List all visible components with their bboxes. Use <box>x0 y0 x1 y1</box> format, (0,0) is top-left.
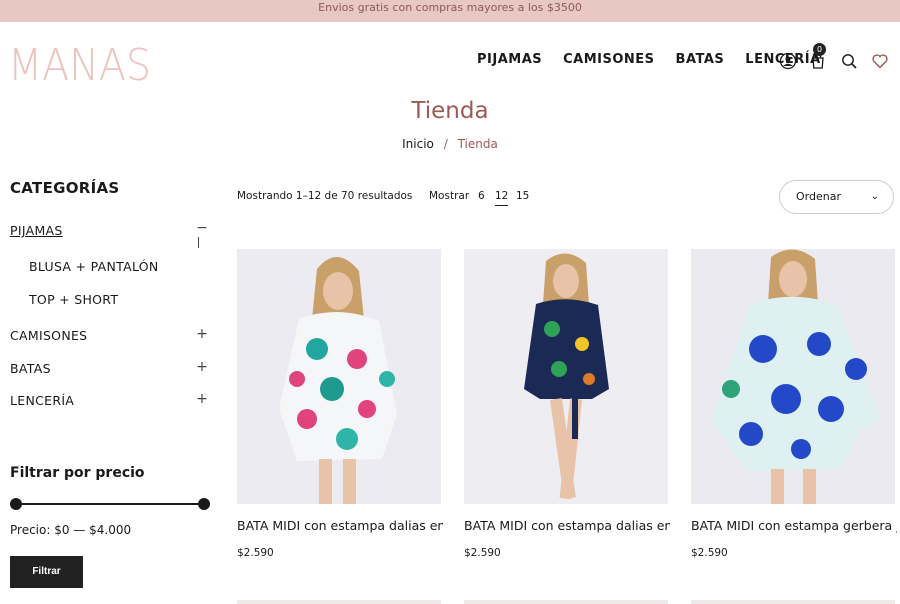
price-slider[interactable] <box>10 497 210 511</box>
category-blusa-pantalon[interactable]: BLUSA + PANTALÓN <box>29 259 159 274</box>
collapse-icon[interactable]: − <box>195 220 209 248</box>
sort-select[interactable]: Ordenar ⌄ <box>779 180 894 214</box>
nav-batas[interactable]: BATAS <box>676 52 725 67</box>
category-batas[interactable]: BATAS <box>10 361 51 376</box>
breadcrumb-separator: / <box>443 137 448 151</box>
product-image[interactable] <box>237 249 441 504</box>
cursor-caret <box>198 237 199 248</box>
category-top-short[interactable]: TOP + SHORT <box>29 292 118 307</box>
breadcrumb-home[interactable]: Inicio <box>402 137 434 151</box>
slider-track <box>14 503 206 505</box>
price-filter-heading: Filtrar por precio <box>10 465 145 481</box>
categories-heading: CATEGORÍAS <box>10 179 120 197</box>
product-card-peek <box>237 600 441 604</box>
show-option-6[interactable]: 6 <box>478 190 485 202</box>
promo-text: Envios gratis con compras mayores a los … <box>318 1 582 14</box>
slider-max-handle[interactable] <box>198 498 210 510</box>
page-title: Tienda <box>411 98 489 124</box>
cart-count-badge: 0 <box>813 43 826 56</box>
expand-icon[interactable]: + <box>195 359 209 375</box>
nav-pijamas[interactable]: PIJAMAS <box>477 52 542 67</box>
breadcrumb: Inicio / Tienda <box>0 137 900 151</box>
results-count: Mostrando 1–12 de 70 resultados <box>237 190 413 202</box>
expand-icon[interactable]: + <box>195 391 209 407</box>
user-icon[interactable] <box>779 52 797 70</box>
slider-min-handle[interactable] <box>10 498 22 510</box>
product-name[interactable]: BATA MIDI con estampa dalias en... <box>464 518 670 533</box>
header-icons <box>779 52 894 72</box>
product-image[interactable] <box>691 249 895 504</box>
product-card[interactable]: BATA MIDI con estampa dalias en... $2.59… <box>464 249 670 559</box>
product-price: $2.590 <box>691 547 728 559</box>
category-camisones[interactable]: CAMISONES <box>10 328 87 343</box>
product-card-peek <box>464 600 668 604</box>
breadcrumb-current: Tienda <box>457 137 498 151</box>
product-price: $2.590 <box>464 547 501 559</box>
heart-icon[interactable] <box>871 52 889 70</box>
product-name[interactable]: BATA MIDI con estampa gerbera j... <box>691 518 897 533</box>
chevron-down-icon: ⌄ <box>870 191 879 202</box>
product-card[interactable]: BATA MIDI con estampa gerbera j... $2.59… <box>691 249 897 559</box>
show-option-15[interactable]: 15 <box>516 190 529 202</box>
category-lenceria[interactable]: LENCERÍA <box>10 393 74 408</box>
show-option-12[interactable]: 12 <box>495 190 509 206</box>
product-image[interactable] <box>464 249 668 504</box>
category-pijamas[interactable]: PIJAMAS <box>10 223 63 238</box>
product-price: $2.590 <box>237 547 274 559</box>
expand-icon[interactable]: + <box>195 326 209 342</box>
nav-camisones[interactable]: CAMISONES <box>563 52 654 67</box>
price-range-label: Precio: $0 — $4.000 <box>10 523 132 537</box>
sort-label: Ordenar <box>796 190 841 203</box>
product-name[interactable]: BATA MIDI con estampa dalias en... <box>237 518 443 533</box>
filter-button[interactable]: Filtrar <box>10 556 83 588</box>
search-icon[interactable] <box>840 52 858 70</box>
product-card-peek <box>691 600 895 604</box>
show-label: Mostrar <box>429 190 470 202</box>
promo-bar: Envios gratis con compras mayores a los … <box>0 0 900 22</box>
product-card[interactable]: BATA MIDI con estampa dalias en... $2.59… <box>237 249 443 559</box>
brand-logo[interactable]: MANAS <box>8 40 151 91</box>
